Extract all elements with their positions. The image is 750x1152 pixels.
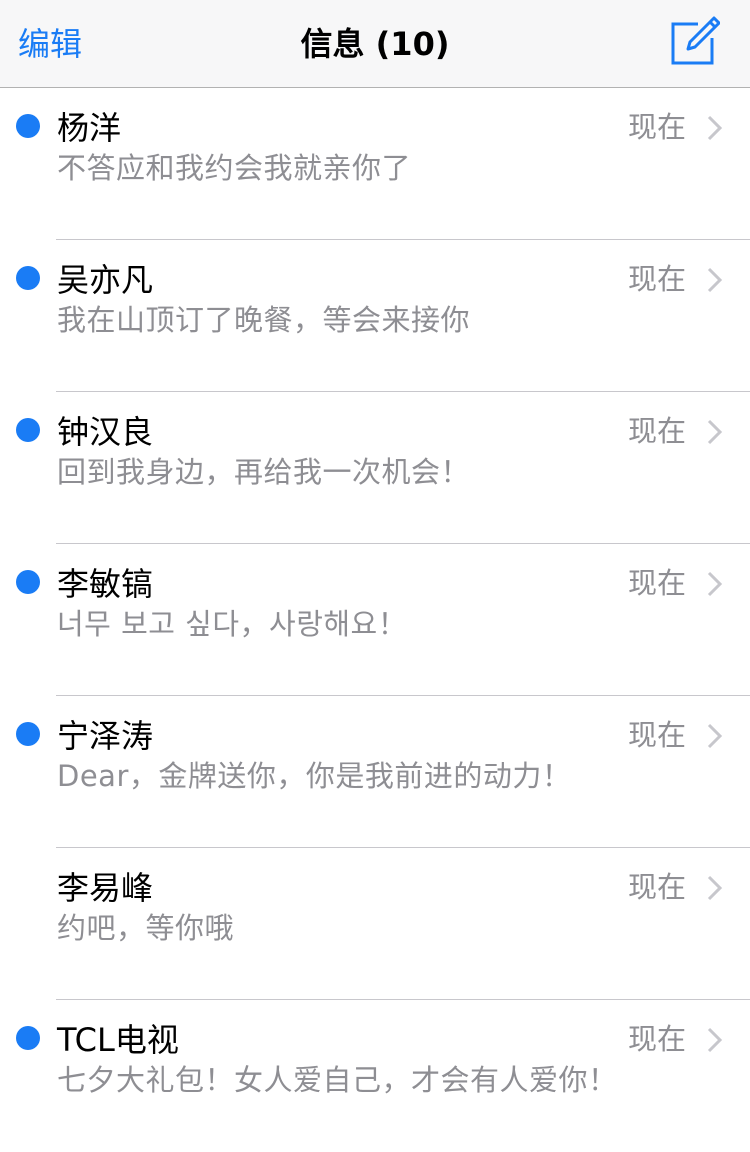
message-time: 现在 [628,262,687,296]
message-row[interactable]: 杨洋不答应和我约会我就亲你了 现在 [0,88,750,240]
message-row[interactable]: 钟汉良回到我身边，再给我一次机会！ 现在 [0,392,750,544]
sender-name: 吴亦凡 [57,261,154,299]
sender-name: 李敏镐 [57,565,154,603]
sender-name: 李易峰 [57,869,154,907]
unread-dot [16,418,40,442]
message-row[interactable]: 李敏镐 너무 보고 싶다，사랑해요！ 现在 [0,544,750,696]
page-title: 信息 (10) [300,25,450,63]
message-time: 现在 [628,1022,687,1056]
navigation-bar: 编辑 信息 (10) [0,0,750,88]
chevron-right-icon [707,1027,723,1053]
message-time: 现在 [628,566,687,600]
message-row[interactable]: 宁泽涛 Dear，金牌送你，你是我前进的动力！ 现在 [0,696,750,848]
unread-dot [16,1026,40,1050]
message-time: 现在 [628,718,687,752]
chevron-right-icon [707,571,723,597]
message-preview: 回到我身边，再给我一次机会！ [57,455,471,489]
sender-name: 钟汉良 [57,413,154,451]
message-preview: 约吧，等你哦 [57,911,235,945]
message-list: 杨洋 不答应和我约会我就亲你了 现在 吴亦凡 我在山顶订了晚餐，等会来接你 现在 钟汉良 回到… [0,88,750,1152]
chevron-right-icon [707,267,723,293]
message-row[interactable]: 李易峰约吧，等你哦 现在 [0,848,750,1000]
message-row[interactable]: 吴亦凡我在山顶订了晚餐，等会来接你 现在 [0,240,750,392]
message-preview: Dear，金牌送你，你是我前进的动力！ [57,759,572,793]
compose-icon [671,16,721,65]
compose-button[interactable] [668,16,721,68]
unread-dot [16,114,40,138]
message-preview: 七夕大礼包！女人爱自己，才会有人爱你！ [57,1063,618,1097]
chevron-right-icon [707,419,723,445]
chevron-right-icon [707,875,723,901]
message-time: 现在 [628,870,687,904]
message-time: 现在 [628,414,687,448]
sender-name: 宁泽涛 [57,717,154,755]
chevron-right-icon [707,115,723,141]
message-preview: 너무 보고 싶다，사랑해요！ [57,607,408,641]
message-preview: 我在山顶订了晚餐，等会来接你 [57,303,471,337]
unread-dot [16,570,40,594]
sender-name: TCL电视 [57,1021,179,1059]
message-row[interactable]: TCL电视七夕大礼包！女人爱自己，才会有人爱你！ 现在 [0,1000,750,1152]
message-time: 现在 [628,110,687,144]
unread-dot [16,266,40,290]
unread-dot [16,722,40,746]
chevron-right-icon [707,723,723,749]
message-preview: 不答应和我约会我就亲你了 [57,151,412,185]
sender-name: 杨洋 [57,109,122,147]
